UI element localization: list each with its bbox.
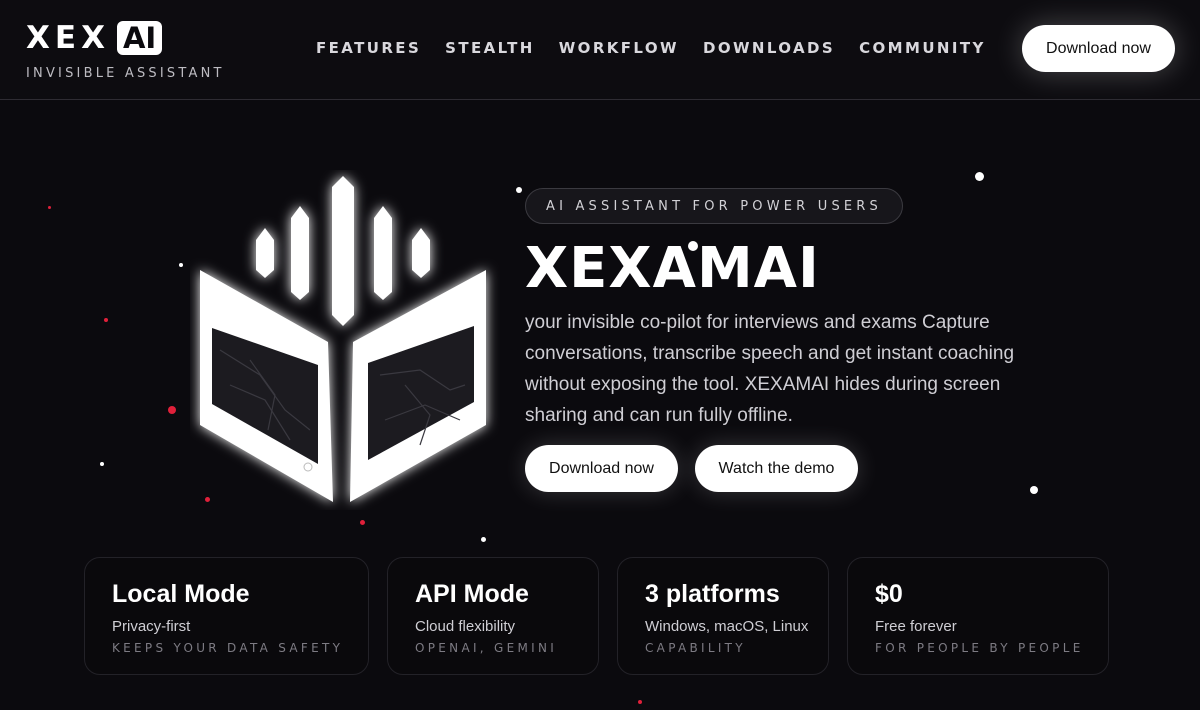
hero-badge: AI ASSISTANT FOR POWER USERS — [525, 188, 903, 224]
sparkle-dot — [104, 318, 108, 322]
watch-demo-button[interactable]: Watch the demo — [695, 445, 858, 492]
stat-subtitle: Privacy-first — [112, 618, 191, 635]
hero-title: XEXAMAI — [525, 236, 820, 301]
stat-title: $0 — [875, 580, 903, 608]
hero-download-button[interactable]: Download now — [525, 445, 678, 492]
nav-downloads[interactable]: DOWNLOADS — [703, 39, 835, 57]
stat-card-api-mode: API Mode Cloud flexibility OPENAI, GEMIN… — [387, 557, 599, 675]
stat-card-local-mode: Local Mode Privacy-first KEEPS YOUR DATA… — [84, 557, 369, 675]
sparkle-dot — [100, 462, 104, 466]
header-download-button[interactable]: Download now — [1022, 25, 1175, 72]
stat-card-price: $0 Free forever FOR PEOPLE BY PEOPLE — [847, 557, 1109, 675]
site-header: XEX AI INVISIBLE ASSISTANT FEATURES STEA… — [0, 0, 1200, 100]
logo-ai-badge: AI — [116, 21, 163, 55]
logo[interactable]: XEX AI INVISIBLE ASSISTANT — [26, 20, 225, 81]
logo-wordmark: XEX — [26, 20, 110, 56]
stat-title: API Mode — [415, 580, 529, 608]
stat-card-platforms: 3 platforms Windows, macOS, Linux CAPABI… — [617, 557, 829, 675]
sparkle-dot — [48, 206, 51, 209]
sparkle-dot — [168, 406, 176, 414]
stat-caption: FOR PEOPLE BY PEOPLE — [875, 641, 1084, 655]
stat-subtitle: Windows, macOS, Linux — [645, 618, 809, 635]
sparkle-dot — [205, 497, 210, 502]
sparkle-dot — [638, 700, 642, 704]
sparkle-dot — [179, 263, 183, 267]
sparkle-dot — [516, 187, 522, 193]
stat-title: 3 platforms — [645, 580, 780, 608]
stat-caption: OPENAI, GEMINI — [415, 641, 558, 655]
stat-caption: CAPABILITY — [645, 641, 746, 655]
hero-description: your invisible co-pilot for interviews a… — [525, 312, 1015, 426]
main-nav: FEATURES STEALTH WORKFLOW DOWNLOADS COMM… — [316, 39, 1010, 57]
nav-stealth[interactable]: STEALTH — [445, 39, 535, 57]
sparkle-dot — [975, 172, 984, 181]
nav-community[interactable]: COMMUNITY — [859, 39, 986, 57]
stat-subtitle: Cloud flexibility — [415, 618, 516, 635]
sparkle-dot — [481, 537, 486, 542]
logo-tagline: INVISIBLE ASSISTANT — [26, 66, 225, 81]
nav-workflow[interactable]: WORKFLOW — [559, 39, 679, 57]
sparkle-dot — [1030, 486, 1038, 494]
stat-caption: KEEPS YOUR DATA SAFETY — [112, 641, 344, 655]
nav-features[interactable]: FEATURES — [316, 39, 421, 57]
sparkle-dot — [360, 520, 365, 525]
stat-subtitle: Free forever — [875, 618, 957, 635]
stat-title: Local Mode — [112, 580, 250, 608]
book-crown-emblem-icon — [200, 176, 486, 502]
